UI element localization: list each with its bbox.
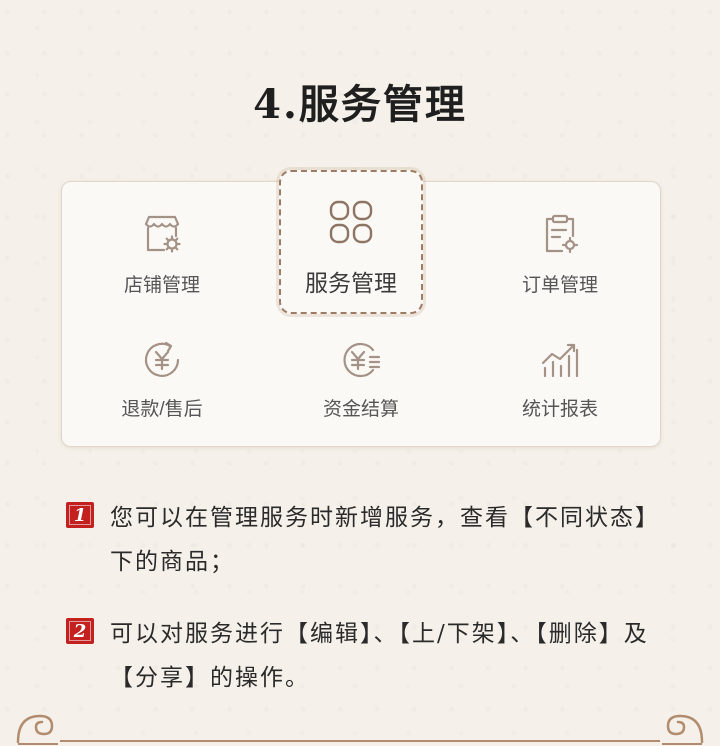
menu-item-label: 订单管理 — [521, 275, 598, 296]
menu-item-refund-aftersale[interactable]: 退款/售后 — [62, 314, 262, 439]
grid-four-icon — [329, 200, 373, 244]
corner-ornament-icon — [16, 714, 58, 745]
yen-ledger-icon — [343, 342, 381, 378]
menu-item-label: 统计报表 — [521, 399, 598, 420]
menu-item-statistics-report[interactable]: 统计报表 — [460, 314, 660, 439]
yen-refund-icon — [144, 341, 180, 377]
page-title: 4.服务管理 — [253, 81, 467, 128]
service-menu-card: 店铺管理 服务管理 订单管理 退款/售后 资金结算 统计报表 — [61, 170, 661, 447]
step-text: 可以对服务进行【编辑】、【上/下架】、【删除】及【分享】的操作。 — [110, 621, 649, 691]
clipboard-gear-icon — [545, 214, 579, 254]
menu-item-label: 服务管理 — [305, 270, 397, 296]
step-number-badge: 1 — [66, 502, 94, 528]
step-text: 您可以在管理服务时新增服务，查看【不同状态】下的商品； — [110, 505, 660, 575]
menu-item-store-management[interactable]: 店铺管理 — [62, 182, 262, 307]
storefront-gear-icon — [144, 215, 181, 253]
menu-item-label: 退款/售后 — [121, 399, 203, 420]
footer-divider — [60, 740, 660, 742]
menu-item-label: 店铺管理 — [123, 275, 200, 296]
bar-chart-trend-icon — [541, 343, 579, 378]
step-number-badge: 2 — [66, 618, 94, 644]
menu-item-service-management[interactable]: 服务管理 — [279, 170, 423, 314]
menu-item-fund-settlement[interactable]: 资金结算 — [261, 314, 461, 439]
menu-item-order-management[interactable]: 订单管理 — [460, 182, 660, 307]
menu-item-label: 资金结算 — [322, 399, 399, 420]
corner-ornament-icon — [662, 714, 704, 745]
